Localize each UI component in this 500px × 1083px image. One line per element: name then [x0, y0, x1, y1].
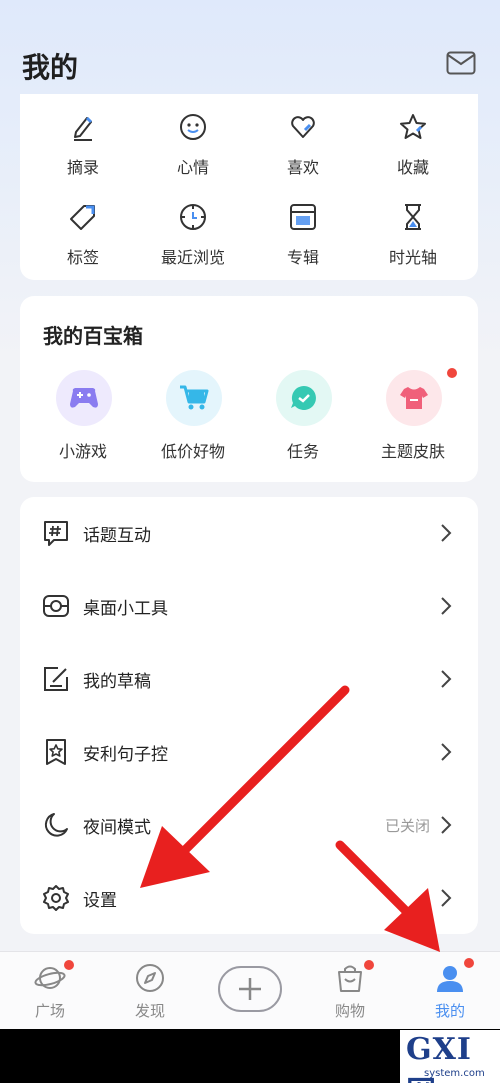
chat-bubble-icon — [291, 385, 316, 410]
gamepad-icon — [70, 388, 98, 408]
notification-badge — [64, 960, 74, 970]
tab-label: 购物 — [334, 1002, 365, 1020]
chevron-right-icon — [441, 670, 452, 688]
quick-item-label: 心情 — [176, 158, 209, 177]
shopping-bag-icon — [338, 965, 362, 992]
menu-list-card: 话题互动 桌面小工具 我的草稿 安利句子控 夜间模式 已关闭 设置 — [20, 497, 478, 934]
quick-item-label: 最近浏览 — [160, 248, 225, 267]
toolbox-item-deals[interactable]: 低价好物 — [138, 370, 248, 470]
gear-icon — [43, 885, 69, 911]
quick-item-label: 专辑 — [286, 248, 319, 267]
tab-label: 发现 — [134, 1002, 165, 1020]
tab-mine[interactable]: 我的 — [400, 952, 500, 1030]
chevron-right-icon — [441, 743, 452, 761]
compass-icon — [136, 964, 164, 992]
toolbox-icon-bg — [56, 370, 112, 426]
quick-item-label: 摘录 — [66, 158, 99, 177]
bottom-tab-bar: 广场 发现 购物 我的 — [0, 951, 500, 1029]
cart-icon — [180, 385, 209, 410]
quick-item-collect[interactable]: 收藏 — [358, 102, 468, 182]
toolbox-item-games[interactable]: 小游戏 — [28, 370, 138, 470]
bookmark-star-icon — [46, 739, 66, 765]
menu-item-label: 安利句子控 — [83, 745, 168, 765]
menu-item-recommend[interactable]: 安利句子控 — [20, 716, 478, 788]
menu-item-label: 夜间模式 — [83, 818, 151, 838]
moon-icon — [44, 813, 68, 837]
toolbox-card: 我的百宝箱 小游戏 低价好物 任务 主题皮肤 — [20, 296, 478, 482]
tag-icon — [70, 205, 95, 230]
notification-badge — [447, 368, 457, 378]
quick-item-album[interactable]: 专辑 — [248, 192, 358, 272]
menu-item-settings[interactable]: 设置 — [20, 862, 478, 934]
tab-square[interactable]: 广场 — [0, 952, 100, 1030]
hourglass-icon — [405, 204, 421, 230]
menu-item-topics[interactable]: 话题互动 — [20, 497, 478, 569]
user-icon — [437, 966, 463, 992]
star-icon — [400, 114, 426, 139]
watermark-domain: system.com — [424, 1068, 485, 1079]
chevron-right-icon — [441, 524, 452, 542]
hashtag-icon — [44, 521, 68, 546]
heart-icon — [291, 116, 315, 138]
toolbox-item-themes[interactable]: 主题皮肤 — [358, 368, 468, 470]
quick-item-tag[interactable]: 标签 — [28, 192, 138, 272]
clock-icon — [180, 204, 206, 230]
quick-item-label: 时光轴 — [388, 248, 437, 267]
publish-button[interactable] — [218, 966, 282, 1012]
quick-item-label: 喜欢 — [286, 158, 319, 177]
tshirt-icon — [400, 387, 428, 409]
quick-actions-card: 摘录 心情 喜欢 收藏 标签 最近浏览 专辑 时光轴 — [20, 94, 478, 280]
smile-icon — [180, 114, 206, 140]
quick-item-label: 标签 — [66, 248, 99, 267]
draft-icon — [44, 667, 68, 691]
tab-label: 广场 — [34, 1002, 65, 1020]
menu-item-widgets[interactable]: 桌面小工具 — [20, 570, 478, 642]
night-mode-status: 已关闭 — [384, 817, 430, 835]
quick-item-recent[interactable]: 最近浏览 — [138, 192, 248, 272]
header: 我的 — [0, 0, 500, 95]
toolbox-item-label: 小游戏 — [58, 442, 107, 461]
toolbox-item-label: 低价好物 — [160, 442, 225, 461]
mail-button[interactable] — [446, 51, 476, 75]
tab-discover[interactable]: 发现 — [100, 952, 200, 1030]
menu-item-drafts[interactable]: 我的草稿 — [20, 643, 478, 715]
widget-icon — [43, 595, 69, 617]
toolbox-icon-bg — [166, 370, 222, 426]
quick-item-excerpt[interactable]: 摘录 — [28, 102, 138, 182]
chevron-right-icon — [441, 816, 452, 834]
chevron-right-icon — [441, 889, 452, 907]
quick-item-mood[interactable]: 心情 — [138, 102, 248, 182]
page-title: 我的 — [22, 51, 79, 84]
tab-label: 我的 — [434, 1002, 465, 1020]
toolbox-item-label: 主题皮肤 — [380, 442, 445, 461]
menu-item-label: 我的草稿 — [83, 672, 151, 692]
toolbox-title: 我的百宝箱 — [43, 324, 143, 348]
tab-shopping[interactable]: 购物 — [300, 952, 400, 1030]
menu-item-night-mode[interactable]: 夜间模式 已关闭 — [20, 789, 478, 861]
menu-item-label: 设置 — [83, 891, 117, 911]
mail-icon — [446, 51, 476, 75]
quick-item-timeline[interactable]: 时光轴 — [358, 192, 468, 272]
pen-icon — [74, 116, 93, 141]
plus-icon — [239, 978, 261, 1000]
chevron-right-icon — [441, 597, 452, 615]
album-icon — [290, 204, 316, 230]
quick-item-label: 收藏 — [396, 158, 429, 177]
toolbox-item-tasks[interactable]: 任务 — [248, 370, 358, 470]
planet-icon — [34, 967, 66, 989]
watermark: GXI网 system.com — [400, 1030, 500, 1083]
toolbox-icon-bg — [276, 370, 332, 426]
toolbox-icon-bg — [386, 370, 442, 426]
notification-badge — [464, 958, 474, 968]
menu-item-label: 话题互动 — [83, 526, 151, 546]
toolbox-item-label: 任务 — [286, 442, 319, 461]
menu-item-label: 桌面小工具 — [83, 599, 168, 619]
quick-item-like[interactable]: 喜欢 — [248, 102, 358, 182]
notification-badge — [364, 960, 374, 970]
